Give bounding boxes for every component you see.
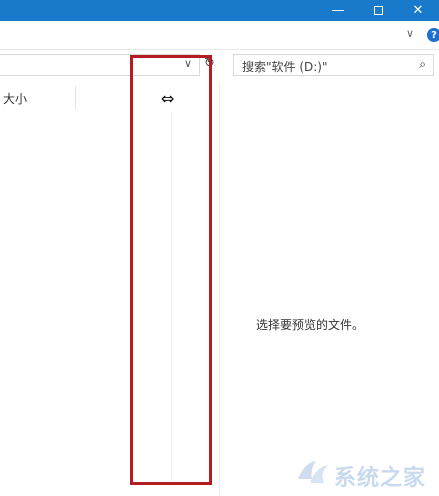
column-divider[interactable] <box>75 86 76 110</box>
watermark-logo-icon <box>298 461 328 483</box>
search-icon[interactable]: ⌕ <box>419 57 426 72</box>
watermark: 系统之家 <box>296 453 436 493</box>
preview-empty-message: 选择要预览的文件。 <box>256 318 365 332</box>
search-input[interactable]: 搜索"软件 (D:)" ⌕ <box>233 54 434 76</box>
help-icon[interactable]: ? <box>427 28 439 42</box>
chevron-down-icon[interactable]: ∨ <box>406 27 414 40</box>
close-button[interactable]: ✕ <box>398 0 438 21</box>
ribbon-bar: ∨ ? <box>0 21 439 50</box>
preview-pane: 选择要预览的文件。 <box>220 84 439 496</box>
column-header-size[interactable]: 大小 <box>3 90 27 107</box>
highlight-annotation <box>130 55 212 485</box>
minimize-button[interactable]: — <box>318 0 358 21</box>
close-icon: ✕ <box>412 3 424 18</box>
maximize-icon <box>373 6 383 15</box>
maximize-button[interactable] <box>358 0 398 21</box>
search-placeholder: 搜索"软件 (D:)" <box>242 60 328 74</box>
minimize-icon: — <box>331 3 345 18</box>
title-bar: — ✕ <box>0 0 439 21</box>
watermark-text: 系统之家 <box>334 466 427 491</box>
